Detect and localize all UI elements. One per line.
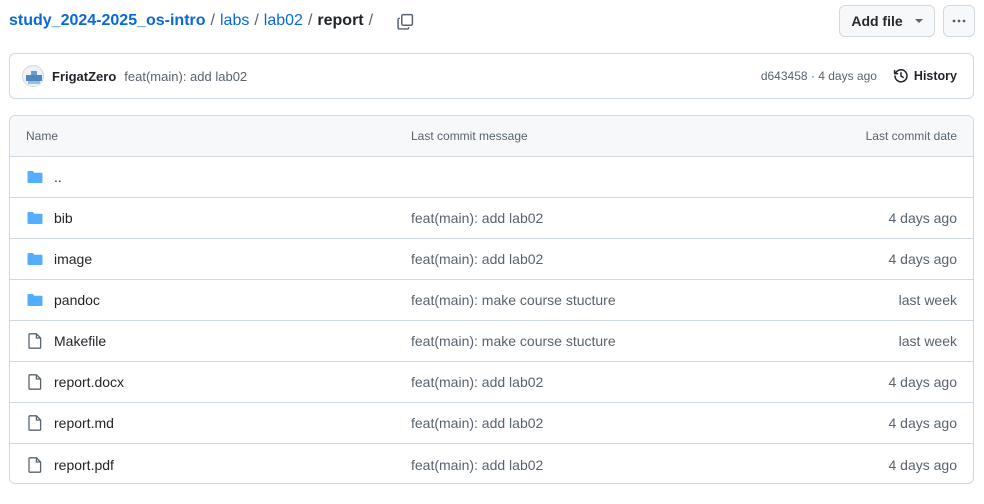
file-name-link[interactable]: bib [54, 210, 73, 226]
breadcrumb-current: report [317, 12, 364, 29]
commit-message[interactable]: feat(main): add lab02 [124, 69, 247, 84]
file-name-link[interactable]: pandoc [54, 292, 100, 308]
breadcrumb-separator: / [307, 12, 313, 29]
row-name-cell: report.pdf [26, 457, 411, 473]
breadcrumb-separator: / [368, 12, 374, 29]
history-icon [893, 69, 908, 83]
file-name-link[interactable]: report.pdf [54, 457, 114, 473]
add-file-label: Add file [851, 13, 903, 29]
breadcrumb-bar: study_2024-2025_os-intro / labs / lab02 … [9, 0, 975, 42]
commit-message-link[interactable]: feat(main): make course stucture [411, 292, 757, 308]
commit-message-link[interactable]: feat(main): add lab02 [411, 415, 757, 431]
commit-author[interactable]: FrigatZero [52, 69, 116, 84]
row-name-cell: report.md [26, 415, 411, 431]
commit-date: 4 days ago [888, 415, 958, 431]
latest-commit-bar: FrigatZero feat(main): add lab02 d643458… [9, 53, 974, 99]
file-icon [26, 333, 44, 349]
table-row[interactable]: report.md feat(main): add lab02 4 days a… [10, 403, 973, 444]
breadcrumb-separator: / [210, 12, 215, 29]
folder-icon [26, 251, 44, 267]
commit-message-link[interactable]: feat(main): add lab02 [411, 251, 757, 267]
commit-message-link[interactable]: feat(main): add lab02 [411, 374, 757, 390]
folder-icon [26, 292, 44, 308]
table-row[interactable]: image feat(main): add lab02 4 days ago [10, 239, 973, 280]
commit-date: last week [898, 333, 957, 349]
commit-message-link[interactable]: feat(main): add lab02 [411, 210, 757, 226]
table-row[interactable]: report.pdf feat(main): add lab02 4 days … [10, 444, 973, 483]
add-file-button[interactable]: Add file [839, 5, 935, 37]
header-message: Last commit message [411, 129, 528, 143]
table-row[interactable]: report.docx feat(main): add lab02 4 days… [10, 362, 973, 403]
avatar[interactable] [22, 65, 44, 87]
breadcrumb-repo-link[interactable]: study_2024-2025_os-intro [9, 12, 206, 30]
file-name-link[interactable]: report.docx [54, 374, 124, 390]
kebab-horizontal-icon [952, 19, 966, 23]
file-name-link[interactable]: Makefile [54, 333, 106, 349]
file-icon [26, 456, 44, 473]
row-name-cell: bib [26, 210, 411, 226]
history-label: History [913, 69, 957, 83]
more-options-button[interactable] [943, 5, 975, 37]
copy-icon [396, 13, 413, 30]
row-name-cell: pandoc [26, 292, 411, 308]
file-icon [26, 374, 44, 390]
row-name-cell: report.docx [26, 374, 411, 390]
file-icon [26, 415, 44, 431]
caret-down-icon [914, 19, 923, 23]
folder-icon [26, 210, 44, 226]
breadcrumb-lab02-link[interactable]: lab02 [264, 12, 303, 30]
file-name-link[interactable]: image [54, 251, 92, 267]
commit-date: 4 days ago [888, 456, 958, 473]
table-row[interactable]: Makefile feat(main): make course stuctur… [10, 321, 973, 362]
row-name-cell: Makefile [26, 333, 411, 349]
breadcrumb: study_2024-2025_os-intro / labs / lab02 … [9, 12, 378, 30]
commit-message-link[interactable]: feat(main): make course stucture [411, 333, 757, 349]
table-row[interactable]: bib feat(main): add lab02 4 days ago [10, 198, 973, 239]
commit-date: 4 days ago [888, 210, 958, 226]
table-header: Name Last commit message Last commit dat… [10, 116, 973, 157]
commit-date: last week [898, 292, 957, 308]
file-table: Name Last commit message Last commit dat… [9, 115, 974, 484]
top-actions: Add file [839, 5, 975, 37]
header-name: Name [26, 129, 59, 143]
row-name-cell: image [26, 251, 411, 267]
row-name-cell: .. [26, 169, 411, 185]
file-name-link[interactable]: report.md [54, 415, 114, 431]
parent-directory-link[interactable]: .. [54, 169, 62, 185]
header-date: Last commit date [865, 129, 957, 143]
breadcrumb-separator: / [254, 12, 259, 29]
commit-date: 4 days ago [888, 251, 958, 267]
commit-date: 4 days ago [888, 374, 958, 390]
folder-icon [26, 169, 44, 185]
avatar-image-icon [23, 66, 43, 86]
copy-path-button[interactable] [394, 10, 416, 32]
commit-message-link[interactable]: feat(main): add lab02 [411, 457, 757, 473]
table-row[interactable]: pandoc feat(main): make course stucture … [10, 280, 973, 321]
commit-right: d643458 · 4 days ago History [761, 68, 957, 84]
breadcrumb-labs-link[interactable]: labs [220, 12, 249, 30]
commit-sha-and-time[interactable]: d643458 · 4 days ago [761, 69, 877, 83]
history-button[interactable]: History [893, 68, 957, 84]
table-row-parent-directory[interactable]: .. [10, 157, 973, 198]
